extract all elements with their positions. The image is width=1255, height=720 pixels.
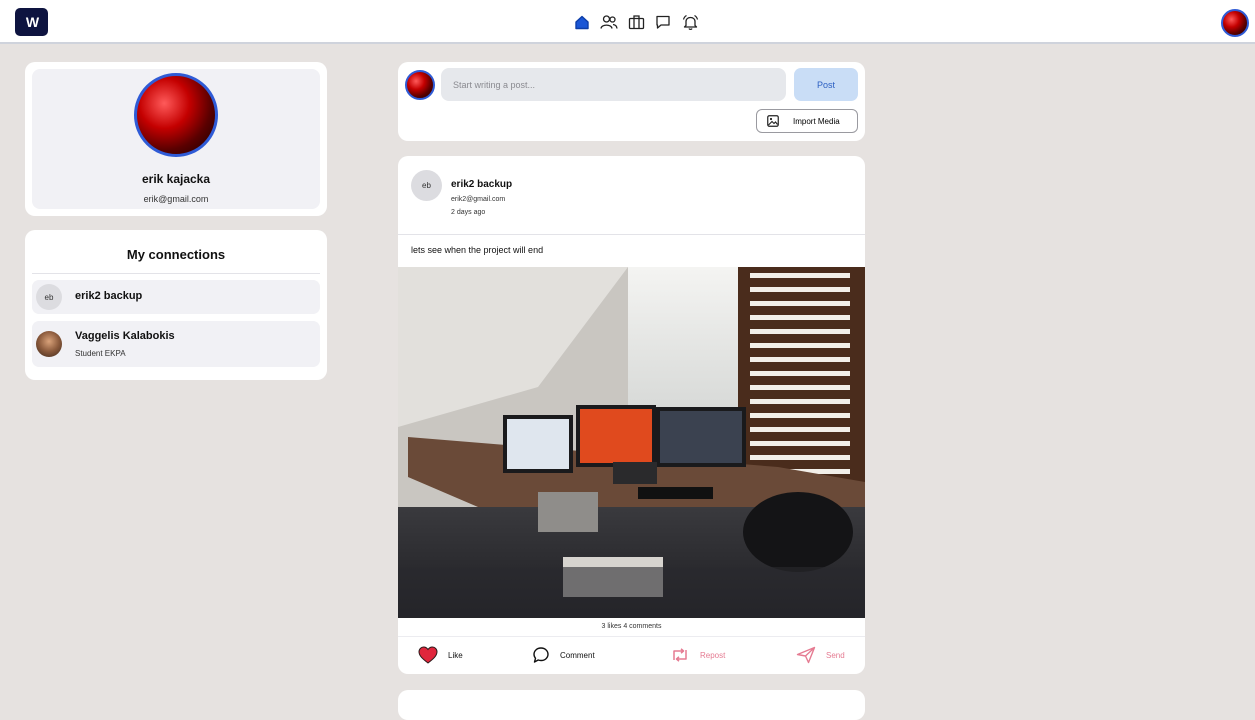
- profile-email: erik@gmail.com: [143, 194, 209, 204]
- post-timestamp: 2 days ago: [451, 209, 486, 216]
- post-text: lets see when the project will end: [411, 245, 544, 255]
- people-icon[interactable]: [599, 12, 619, 32]
- connections-title: My connections: [126, 247, 226, 262]
- profile-name: erik kajacka: [141, 172, 211, 186]
- connection-name: Vaggelis Kalabokis: [75, 330, 175, 342]
- home-icon[interactable]: [572, 12, 592, 32]
- post-author-email: erik2@gmail.com: [451, 196, 506, 203]
- app-logo[interactable]: W: [15, 8, 48, 36]
- connection-photo-avatar: [36, 331, 62, 357]
- image-icon: [767, 115, 779, 127]
- bell-icon[interactable]: [680, 12, 700, 32]
- post-composer: Post Import Media: [398, 62, 865, 141]
- heart-icon: [418, 646, 438, 664]
- profile-avatar: [134, 73, 218, 157]
- composer-avatar: [405, 70, 435, 100]
- repost-button[interactable]: Repost: [670, 646, 725, 664]
- import-media-label: Import Media: [793, 116, 840, 126]
- like-label: Like: [448, 650, 463, 660]
- post-card: eb erik2 backup erik2@gmail.com 2 days a…: [398, 156, 865, 674]
- post-input[interactable]: [441, 68, 786, 101]
- connections-card: My connections eb erik2 backup Vaggelis …: [25, 230, 327, 380]
- chat-icon[interactable]: [653, 12, 673, 32]
- send-label: Send: [826, 650, 845, 660]
- post-author-avatar[interactable]: eb: [411, 170, 442, 201]
- divider: [398, 234, 865, 235]
- main-nav: [572, 12, 700, 32]
- connection-item[interactable]: eb erik2 backup: [32, 280, 320, 314]
- comment-icon: [533, 647, 549, 663]
- post-button[interactable]: Post: [794, 68, 858, 101]
- briefcase-icon[interactable]: [626, 12, 646, 32]
- profile-summary[interactable]: erik kajacka erik@gmail.com: [32, 69, 320, 209]
- profile-card: erik kajacka erik@gmail.com: [25, 62, 327, 216]
- user-avatar[interactable]: [1221, 9, 1249, 37]
- like-button[interactable]: Like: [418, 646, 463, 664]
- divider: [398, 636, 865, 637]
- repost-icon: [673, 648, 687, 662]
- import-media-button[interactable]: Import Media: [756, 109, 858, 133]
- post-author-name[interactable]: erik2 backup: [451, 179, 512, 190]
- post-stats[interactable]: 3 likes 4 comments: [398, 623, 865, 630]
- connection-item[interactable]: Vaggelis Kalabokis Student EKPA: [32, 321, 320, 367]
- next-post-card: [398, 690, 865, 720]
- connection-initials-avatar: eb: [36, 284, 62, 310]
- divider: [32, 273, 320, 274]
- comment-button[interactable]: Comment: [532, 646, 595, 664]
- post-image[interactable]: [398, 267, 865, 618]
- connection-name: erik2 backup: [75, 290, 143, 302]
- send-icon: [796, 646, 816, 664]
- comment-label: Comment: [560, 650, 595, 660]
- send-button[interactable]: Send: [796, 646, 845, 664]
- repost-label: Repost: [700, 650, 726, 660]
- top-navigation-bar: W: [0, 0, 1255, 44]
- connection-subtitle: Student EKPA: [75, 349, 126, 358]
